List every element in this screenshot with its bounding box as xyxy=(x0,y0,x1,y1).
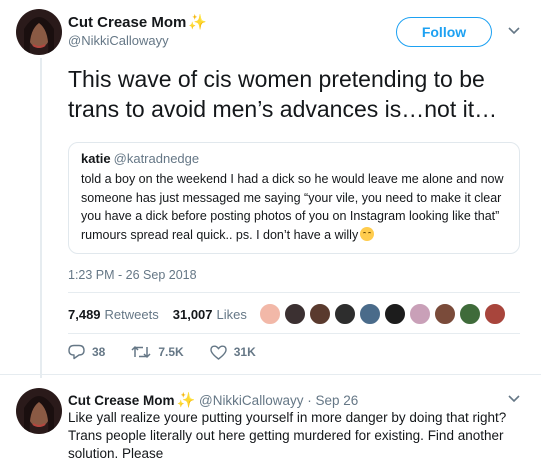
liker-avatars xyxy=(259,303,509,325)
follow-button[interactable]: Follow xyxy=(396,17,492,47)
quoted-author-name: katie xyxy=(81,151,111,166)
liker-avatar[interactable] xyxy=(409,303,431,325)
author-name-text: Cut Crease Mom xyxy=(68,14,187,31)
tweet-actions: 38 7.5K 31K xyxy=(68,342,282,362)
liker-avatar[interactable] xyxy=(484,303,506,325)
sweat-smile-emoji-icon xyxy=(360,226,375,241)
author-display-name[interactable]: Cut Crease Mom ✨ xyxy=(68,13,207,31)
quoted-tweet-text: told a boy on the weekend I had a dick s… xyxy=(81,170,507,244)
reply-author-name[interactable]: Cut Crease Mom xyxy=(68,393,175,408)
tweet-text: This wave of cis women pretending to be … xyxy=(68,66,498,122)
quoted-author-handle: @katradnedge xyxy=(113,151,200,166)
retweet-button[interactable]: 7.5K xyxy=(131,345,184,359)
reply-button[interactable]: 38 xyxy=(68,344,105,360)
reply-date[interactable]: Sep 26 xyxy=(316,393,359,408)
quoted-tweet-body: told a boy on the weekend I had a dick s… xyxy=(81,172,504,242)
divider xyxy=(68,333,520,334)
liker-avatar[interactable] xyxy=(334,303,356,325)
retweets-label[interactable]: Retweets xyxy=(105,307,159,322)
liker-avatar[interactable] xyxy=(359,303,381,325)
author-handle[interactable]: @NikkiCallowayy xyxy=(68,33,169,48)
likes-label[interactable]: Likes xyxy=(217,307,247,322)
chevron-down-icon[interactable] xyxy=(508,26,520,38)
thread-line xyxy=(40,58,42,378)
quoted-tweet-header: katie @katradnedge xyxy=(81,151,507,167)
like-count: 31K xyxy=(233,345,256,359)
separator-dot: · xyxy=(307,393,312,408)
divider xyxy=(0,374,541,375)
liker-avatar[interactable] xyxy=(459,303,481,325)
reply-author-handle[interactable]: @NikkiCallowayy xyxy=(199,393,303,408)
liker-avatar[interactable] xyxy=(284,303,306,325)
retweet-icon xyxy=(131,345,151,359)
like-button[interactable]: 31K xyxy=(210,345,256,360)
reply-count: 38 xyxy=(92,345,106,359)
chevron-down-icon[interactable] xyxy=(508,394,520,406)
liker-avatar[interactable] xyxy=(384,303,406,325)
liker-avatar[interactable] xyxy=(259,303,281,325)
heart-icon xyxy=(210,345,227,360)
retweet-count: 7.5K xyxy=(158,345,184,359)
liker-avatar[interactable] xyxy=(309,303,331,325)
reply-tweet[interactable]: Cut Crease Mom ✨ @NikkiCallowayy · Sep 26… xyxy=(0,378,541,465)
quoted-tweet-card[interactable]: katie @katradnedge told a boy on the week… xyxy=(68,142,520,254)
speech-bubble-icon xyxy=(68,344,85,360)
retweets-count[interactable]: 7,489 xyxy=(68,307,101,322)
author-avatar[interactable] xyxy=(16,9,62,55)
tweet-timestamp[interactable]: 1:23 PM - 26 Sep 2018 xyxy=(68,268,197,282)
tweet-header: Cut Crease Mom ✨ @NikkiCallowayy Follow xyxy=(0,0,541,60)
reply-text: Like yall realize youre putting yourself… xyxy=(68,410,507,461)
divider xyxy=(68,292,520,293)
reply-header: Cut Crease Mom ✨ @NikkiCallowayy · Sep 26 xyxy=(68,391,358,409)
sparkles-icon: ✨ xyxy=(176,392,196,409)
likes-count[interactable]: 31,007 xyxy=(173,307,213,322)
liker-avatar[interactable] xyxy=(434,303,456,325)
sparkles-icon: ✨ xyxy=(188,14,208,31)
reply-author-avatar[interactable] xyxy=(16,388,62,434)
tweet-stats: 7,489 Retweets 31,007 Likes xyxy=(68,303,261,325)
